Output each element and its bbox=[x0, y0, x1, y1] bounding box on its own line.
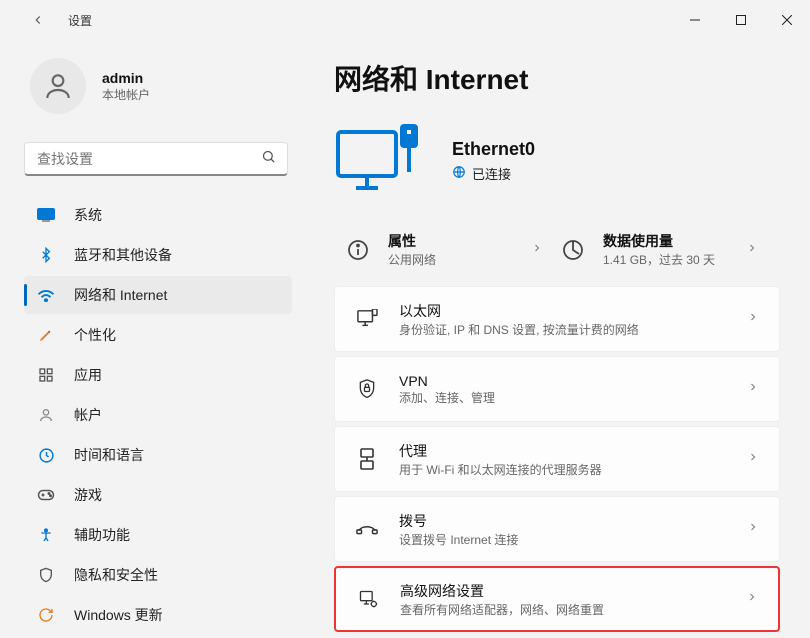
back-button[interactable] bbox=[28, 10, 48, 30]
setting-sub: 添加、连接、管理 bbox=[399, 389, 495, 406]
accessibility-icon bbox=[36, 525, 56, 545]
apps-icon bbox=[36, 365, 56, 385]
setting-title: 高级网络设置 bbox=[400, 581, 604, 601]
search-input[interactable] bbox=[24, 142, 288, 176]
nav-label: 系统 bbox=[74, 205, 102, 225]
setting-ethernet[interactable]: 以太网 身份验证, IP 和 DNS 设置, 按流量计费的网络 bbox=[334, 286, 780, 352]
search-icon bbox=[261, 149, 276, 169]
brush-icon bbox=[36, 325, 56, 345]
setting-title: 拨号 bbox=[399, 511, 518, 531]
vpn-shield-icon bbox=[355, 377, 379, 401]
ethernet-monitor-icon bbox=[334, 118, 424, 203]
chevron-right-icon bbox=[747, 520, 759, 538]
proxy-icon bbox=[355, 447, 379, 471]
search-box bbox=[24, 142, 288, 176]
setting-title: 以太网 bbox=[399, 301, 639, 321]
window-controls bbox=[672, 4, 810, 36]
setting-sub: 用于 Wi-Fi 和以太网连接的代理服务器 bbox=[399, 461, 602, 478]
globe-icon bbox=[452, 165, 466, 182]
data-usage-title: 数据使用量 bbox=[603, 231, 715, 251]
nav-personalization[interactable]: 个性化 bbox=[24, 316, 292, 354]
properties-card[interactable]: 属性 公用网络 bbox=[342, 231, 557, 268]
setting-title: VPN bbox=[399, 373, 495, 389]
update-icon bbox=[36, 605, 56, 625]
gaming-icon bbox=[36, 485, 56, 505]
globe-time-icon bbox=[36, 445, 56, 465]
nav-accessibility[interactable]: 辅助功能 bbox=[24, 516, 292, 554]
chevron-right-icon bbox=[747, 380, 759, 398]
nav-label: 辅助功能 bbox=[74, 525, 130, 545]
maximize-button[interactable] bbox=[718, 4, 764, 36]
close-button[interactable] bbox=[764, 4, 810, 36]
chevron-right-icon bbox=[531, 241, 557, 259]
nav-privacy[interactable]: 隐私和安全性 bbox=[24, 556, 292, 594]
shield-icon bbox=[36, 565, 56, 585]
data-usage-card[interactable]: 数据使用量 1.41 GB，过去 30 天 bbox=[557, 231, 772, 268]
system-icon bbox=[36, 205, 56, 225]
nav-label: 网络和 Internet bbox=[74, 285, 167, 305]
sidebar: admin 本地帐户 系统 蓝牙和其他设备 网络和 Internet bbox=[24, 40, 324, 638]
content: 网络和 Internet Ethernet0 已连接 bbox=[324, 40, 800, 638]
settings-list: 以太网 身份验证, IP 和 DNS 设置, 按流量计费的网络 VPN 添加、连… bbox=[334, 286, 780, 632]
connection-name: Ethernet0 bbox=[452, 139, 535, 160]
nav-system[interactable]: 系统 bbox=[24, 196, 292, 234]
user-name: admin bbox=[102, 70, 150, 86]
page-title: 网络和 Internet bbox=[334, 58, 780, 98]
nav-network[interactable]: 网络和 Internet bbox=[24, 276, 292, 314]
chevron-right-icon bbox=[747, 450, 759, 468]
setting-dialup[interactable]: 拨号 设置拨号 Internet 连接 bbox=[334, 496, 780, 562]
ethernet-icon bbox=[355, 307, 379, 331]
connection-status: Ethernet0 已连接 bbox=[334, 118, 780, 203]
nav-bluetooth[interactable]: 蓝牙和其他设备 bbox=[24, 236, 292, 274]
setting-title: 代理 bbox=[399, 441, 602, 461]
nav: 系统 蓝牙和其他设备 网络和 Internet 个性化 应用 帐户 bbox=[24, 196, 324, 634]
chevron-right-icon bbox=[746, 241, 772, 259]
setting-advanced-network[interactable]: 高级网络设置 查看所有网络适配器，网络、网络重置 bbox=[334, 566, 780, 632]
avatar bbox=[30, 58, 86, 114]
properties-title: 属性 bbox=[388, 231, 436, 251]
setting-sub: 身份验证, IP 和 DNS 设置, 按流量计费的网络 bbox=[399, 321, 639, 338]
advanced-network-icon bbox=[356, 587, 380, 611]
nav-label: 时间和语言 bbox=[74, 445, 144, 465]
nav-label: 游戏 bbox=[74, 485, 102, 505]
setting-sub: 查看所有网络适配器，网络、网络重置 bbox=[400, 601, 604, 618]
setting-vpn[interactable]: VPN 添加、连接、管理 bbox=[334, 356, 780, 422]
connection-state: 已连接 bbox=[472, 164, 511, 183]
titlebar: 设置 bbox=[0, 0, 810, 40]
chevron-right-icon bbox=[747, 310, 759, 328]
setting-sub: 设置拨号 Internet 连接 bbox=[399, 531, 518, 548]
bluetooth-icon bbox=[36, 245, 56, 265]
nav-accounts[interactable]: 帐户 bbox=[24, 396, 292, 434]
nav-update[interactable]: Windows 更新 bbox=[24, 596, 292, 634]
nav-label: 蓝牙和其他设备 bbox=[74, 245, 172, 265]
properties-sub: 公用网络 bbox=[388, 251, 436, 268]
nav-label: 应用 bbox=[74, 365, 102, 385]
chevron-right-icon bbox=[746, 590, 758, 608]
nav-label: 个性化 bbox=[74, 325, 116, 345]
wifi-icon bbox=[36, 285, 56, 305]
user-sub: 本地帐户 bbox=[102, 86, 150, 103]
minimize-button[interactable] bbox=[672, 4, 718, 36]
nav-label: 隐私和安全性 bbox=[74, 565, 158, 585]
data-usage-sub: 1.41 GB，过去 30 天 bbox=[603, 251, 715, 268]
nav-label: 帐户 bbox=[74, 405, 102, 425]
window-title: 设置 bbox=[68, 12, 92, 29]
nav-time-language[interactable]: 时间和语言 bbox=[24, 436, 292, 474]
data-usage-icon bbox=[557, 234, 589, 266]
properties-row: 属性 公用网络 数据使用量 1.41 GB，过去 30 天 bbox=[334, 219, 780, 286]
user-block[interactable]: admin 本地帐户 bbox=[24, 58, 324, 114]
nav-gaming[interactable]: 游戏 bbox=[24, 476, 292, 514]
dialup-icon bbox=[355, 517, 379, 541]
nav-apps[interactable]: 应用 bbox=[24, 356, 292, 394]
info-icon bbox=[342, 234, 374, 266]
setting-proxy[interactable]: 代理 用于 Wi-Fi 和以太网连接的代理服务器 bbox=[334, 426, 780, 492]
nav-label: Windows 更新 bbox=[74, 605, 163, 625]
person-icon bbox=[36, 405, 56, 425]
